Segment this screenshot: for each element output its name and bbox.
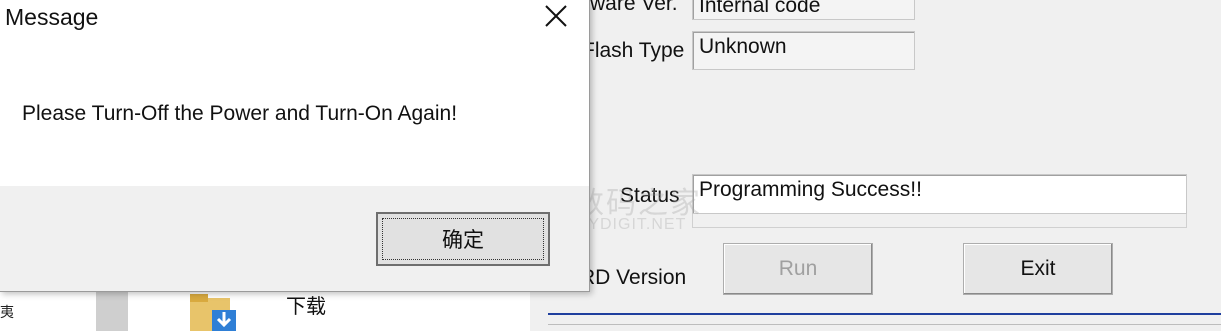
status-value: Programming Success!! — [699, 178, 922, 201]
explorer-scroll-strip[interactable] — [96, 288, 128, 331]
downloads-folder-icon[interactable] — [190, 292, 236, 331]
firmware-version-value: Internal code — [699, 0, 821, 17]
downloads-folder-label[interactable]: 下载 — [286, 290, 326, 319]
explorer-left-text: 夷 — [0, 304, 14, 320]
flash-type-field: Unknown — [692, 31, 915, 70]
close-icon[interactable] — [538, 0, 574, 34]
dialog-message: Please Turn-Off the Power and Turn-On Ag… — [22, 102, 458, 125]
ok-button-label: 确定 — [442, 229, 484, 252]
rd-version-label: RD Version — [580, 266, 687, 289]
progress-divider — [548, 313, 1221, 315]
message-dialog: Message Please Turn-Off the Power and Tu… — [0, 0, 590, 292]
firmware-version-field: Internal code — [692, 0, 915, 20]
firmware-version-label: ware Ver. — [590, 0, 678, 15]
programmer-window: ware Ver. Internal code Flash Type Unkno… — [530, 0, 1221, 331]
run-button[interactable]: Run — [723, 243, 873, 295]
exit-button[interactable]: Exit — [963, 243, 1113, 295]
flash-type-value: Unknown — [699, 35, 787, 58]
bottom-divider — [548, 324, 1221, 325]
status-field-shadow — [692, 214, 1187, 228]
status-field: Programming Success!! — [692, 174, 1187, 214]
flash-type-label: Flash Type — [582, 39, 685, 62]
dialog-title: Message — [5, 4, 99, 30]
ok-button[interactable]: 确定 — [376, 212, 550, 266]
explorer-strip: 夷 下载 — [0, 288, 530, 331]
status-label: Status — [620, 184, 680, 207]
